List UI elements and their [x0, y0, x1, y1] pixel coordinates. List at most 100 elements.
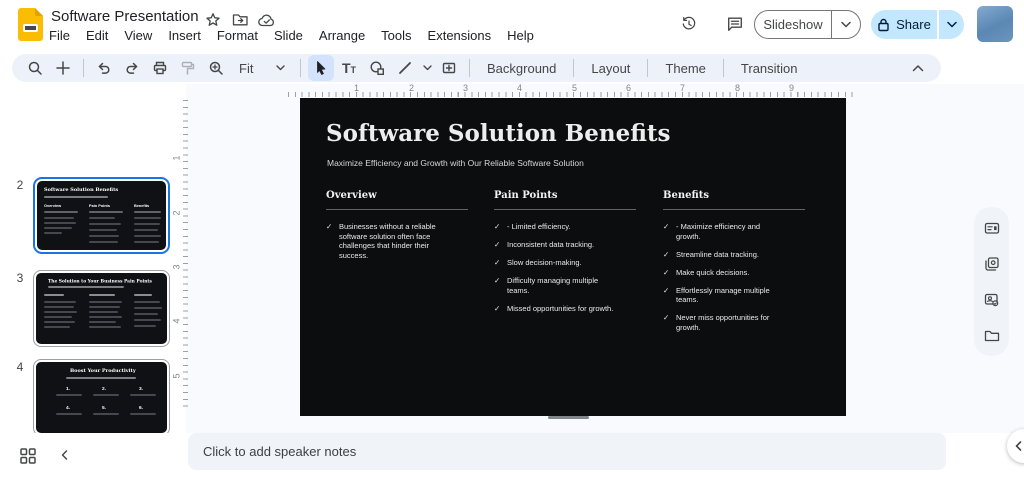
redo-icon[interactable] — [119, 55, 145, 81]
folder-icon[interactable] — [984, 328, 1000, 344]
column-overview[interactable]: Overview ✓Businesses without a reliable … — [326, 190, 494, 341]
menu-arrange[interactable]: Arrange — [319, 28, 365, 43]
image-person-icon[interactable] — [984, 292, 1000, 308]
document-title[interactable]: Software Presentation — [51, 8, 199, 25]
zoom-select-caret-icon — [276, 65, 285, 71]
column-heading: Benefits — [663, 190, 831, 201]
menu-slide[interactable]: Slide — [274, 28, 303, 43]
column-list: ✓Businesses without a reliable software … — [326, 222, 448, 260]
menu-insert[interactable]: Insert — [168, 28, 201, 43]
slide-title[interactable]: Software Solution Benefits — [326, 120, 671, 147]
account-avatar[interactable] — [977, 6, 1013, 42]
undo-icon[interactable] — [91, 55, 117, 81]
slide-canvas[interactable]: Software Solution Benefits Maximize Effi… — [300, 98, 846, 416]
slide-thumbnail-2[interactable]: Software Solution Benefits Overview Pain… — [33, 177, 170, 254]
new-slide-plus-icon[interactable] — [50, 55, 76, 81]
column-benefits[interactable]: Benefits ✓- Maximize efficiency and grow… — [663, 190, 831, 341]
select-tool-icon[interactable] — [308, 55, 334, 81]
title-actions — [204, 11, 276, 29]
thumb-step: 4. — [66, 405, 70, 410]
v-ruler-number: 2 — [172, 210, 182, 215]
check-icon: ✓ — [494, 276, 500, 286]
column-underline — [663, 209, 805, 210]
list-item: ✓Make quick decisions. — [663, 268, 785, 278]
copies-pages-icon[interactable] — [984, 256, 1000, 272]
menu-help[interactable]: Help — [507, 28, 534, 43]
speaker-notes-input[interactable]: Click to add speaker notes — [188, 433, 946, 470]
menu-bar: File Edit View Insert Format Slide Arran… — [49, 28, 534, 43]
cloud-status-icon[interactable] — [258, 11, 276, 29]
menu-extensions[interactable]: Extensions — [428, 28, 492, 43]
layout-button[interactable]: Layout — [581, 55, 640, 81]
slideshow-dropdown-caret-icon[interactable] — [832, 11, 860, 38]
grid-view-icon[interactable] — [19, 447, 37, 465]
zoom-in-icon[interactable] — [203, 55, 229, 81]
h-ruler-number: 4 — [517, 83, 522, 93]
thumb-col-heading: Benefits — [134, 204, 149, 208]
list-item: ✓- Maximize efficiency and growth. — [663, 222, 785, 241]
zoom-select[interactable]: Fit — [231, 55, 293, 81]
list-item: ✓Difficulty managing multiple teams. — [494, 276, 616, 295]
transition-button[interactable]: Transition — [731, 55, 808, 81]
vertical-ruler — [183, 100, 188, 410]
slide-thumbnail-3[interactable]: The Solution to Your Business Pain Point… — [33, 270, 170, 347]
column-heading: Overview — [326, 190, 494, 201]
thumb-step: 6. — [139, 405, 143, 410]
print-icon[interactable] — [147, 55, 173, 81]
version-history-icon[interactable] — [680, 15, 698, 33]
list-item: ✓Never miss opportunities for growth. — [663, 313, 785, 332]
notes-resize-handle[interactable] — [548, 416, 589, 419]
calendar-card-icon[interactable] — [984, 220, 1000, 236]
column-list: ✓- Maximize efficiency and growth. ✓Stre… — [663, 222, 785, 332]
slideshow-button[interactable]: Slideshow — [754, 10, 861, 39]
google-slides-window: Software Presentation File Edit View Ins… — [0, 0, 1024, 486]
expand-side-panel-button[interactable] — [1007, 429, 1024, 463]
share-button[interactable]: Share — [871, 10, 937, 39]
share-dropdown-caret-icon[interactable] — [939, 10, 964, 39]
shape-tool-icon[interactable] — [364, 55, 390, 81]
thumb-step: 3. — [139, 386, 143, 391]
search-icon[interactable] — [22, 55, 48, 81]
check-icon: ✓ — [494, 240, 500, 250]
main-toolbar: Fit TT Background Layout Theme Transitio… — [12, 54, 941, 82]
move-folder-icon[interactable] — [231, 11, 249, 29]
share-button-group: Share — [871, 10, 964, 39]
v-ruler-number: 4 — [172, 318, 182, 323]
paint-format-icon[interactable] — [175, 55, 201, 81]
h-ruler-number: 8 — [735, 83, 740, 93]
check-icon: ✓ — [663, 222, 669, 232]
lock-icon — [877, 18, 890, 32]
check-icon: ✓ — [663, 286, 669, 296]
check-icon: ✓ — [494, 304, 500, 314]
column-pain-points[interactable]: Pain Points ✓- Limited efficiency. ✓Inco… — [494, 190, 663, 341]
h-ruler-number: 1 — [354, 83, 359, 93]
menu-tools[interactable]: Tools — [381, 28, 411, 43]
line-tool-caret-icon[interactable] — [420, 55, 434, 81]
insert-placeholder-icon[interactable] — [436, 55, 462, 81]
background-button[interactable]: Background — [477, 55, 566, 81]
menu-format[interactable]: Format — [217, 28, 258, 43]
line-tool-icon[interactable] — [392, 55, 418, 81]
menu-file[interactable]: File — [49, 28, 70, 43]
menu-view[interactable]: View — [124, 28, 152, 43]
check-icon: ✓ — [494, 258, 500, 268]
slides-logo-icon[interactable] — [18, 8, 43, 41]
list-item: ✓- Limited efficiency. — [494, 222, 616, 232]
slide-subtitle[interactable]: Maximize Efficiency and Growth with Our … — [327, 158, 584, 168]
list-item: ✓Inconsistent data tracking. — [494, 240, 616, 250]
collapse-toolbar-chevron-icon[interactable] — [905, 55, 931, 81]
h-ruler-number: 2 — [409, 83, 414, 93]
toolbar-divider — [469, 59, 470, 77]
comments-icon[interactable] — [726, 15, 744, 33]
text-box-tool-icon[interactable]: TT — [336, 55, 362, 81]
slide-thumbnail-4[interactable]: Boost Your Productivity 1. 2. 3. 4. 5. 6… — [33, 359, 170, 433]
star-icon[interactable] — [204, 11, 222, 29]
chevron-left-icon — [1013, 440, 1024, 452]
list-item: ✓Effortlessly manage multiple teams. — [663, 286, 785, 305]
toolbar-divider — [723, 59, 724, 77]
theme-button[interactable]: Theme — [655, 55, 715, 81]
menu-edit[interactable]: Edit — [86, 28, 108, 43]
h-ruler-number: 9 — [789, 83, 794, 93]
collapse-filmstrip-chevron-icon[interactable] — [58, 448, 72, 462]
thumbnail-content: Boost Your Productivity 1. 2. 3. 4. 5. 6… — [36, 362, 167, 433]
